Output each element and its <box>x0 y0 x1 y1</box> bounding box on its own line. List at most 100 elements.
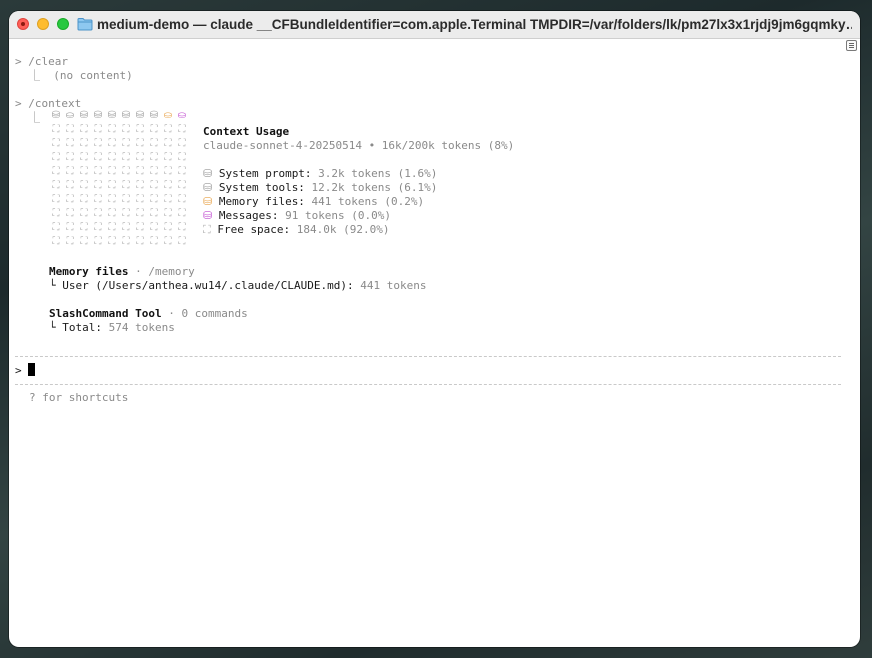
usage-item-icon: ⛁ <box>203 209 213 222</box>
usage-grid-cell: ⛶ <box>164 138 172 149</box>
memory-file-line: └ User (/Users/anthea.wu14/.claude/CLAUD… <box>49 279 427 293</box>
usage-grid-cell: ⛶ <box>80 180 88 191</box>
usage-grid-cell: ⛶ <box>150 124 158 135</box>
usage-grid-cell: ⛶ <box>66 138 74 149</box>
usage-grid-cell: ⛶ <box>164 124 172 135</box>
usage-item-icon: ⛶ <box>203 223 211 236</box>
usage-grid-cell: ⛶ <box>150 138 158 149</box>
context-usage-title: Context Usage <box>203 125 290 138</box>
usage-item-label: System prompt: <box>212 167 312 180</box>
terminal-content[interactable]: > /clear ⎿ (no content) > /context ⎿ ⛁ ⛀ ⛁… <box>15 53 845 643</box>
clear-command-line: > /clear <box>15 55 68 69</box>
memory-file-value: 441 tokens <box>353 279 427 292</box>
usage-item-value: 441 tokens (0.2%) <box>304 195 425 208</box>
usage-grid-cell: ⛶ <box>150 208 158 219</box>
usage-grid-cell: ⛶ <box>52 124 60 135</box>
usage-grid-cell: ⛶ <box>122 180 130 191</box>
slashcommand-total-value: 574 tokens <box>101 321 175 334</box>
usage-grid-cell: ⛶ <box>108 152 116 163</box>
usage-grid-cell: ⛶ <box>94 180 102 191</box>
usage-grid-cell: ⛶ <box>122 222 130 233</box>
usage-grid-cell: ⛶ <box>108 208 116 219</box>
zoom-button[interactable] <box>57 18 69 30</box>
usage-grid-cell: ⛶ <box>94 166 102 177</box>
input-bottom-divider <box>15 384 841 385</box>
usage-grid-cell: ⛶ <box>94 194 102 205</box>
memory-files-heading: Memory files · /memory <box>49 265 195 279</box>
usage-grid-cell: ⛁ <box>93 110 103 121</box>
context-branch: ⎿ <box>29 111 40 124</box>
usage-grid-cell: ⛶ <box>136 208 144 219</box>
usage-grid-cell: ⛶ <box>178 194 186 205</box>
usage-grid-cell: ⛶ <box>66 222 74 233</box>
slashcommand-heading: SlashCommand Tool · 0 commands <box>49 307 248 321</box>
input-line[interactable]: > <box>15 363 35 377</box>
usage-grid-cell: ⛶ <box>150 222 158 233</box>
usage-grid-cell: ⛶ <box>52 222 60 233</box>
usage-grid-cell: ⛶ <box>52 208 60 219</box>
usage-grid-cell: ⛶ <box>164 166 172 177</box>
slashcommand-title: SlashCommand Tool <box>49 307 162 320</box>
usage-grid-cell: ⛶ <box>136 180 144 191</box>
folder-icon <box>77 18 93 31</box>
usage-grid-cell: ⛁ <box>121 110 131 121</box>
usage-grid-cell: ⛶ <box>80 222 88 233</box>
usage-grid-cell: ⛶ <box>80 194 88 205</box>
usage-grid-cell: ⛶ <box>178 166 186 177</box>
minimize-button[interactable] <box>37 18 49 30</box>
usage-grid-cell: ⛶ <box>80 124 88 135</box>
window-title: medium-demo — claude __CFBundleIdentifie… <box>97 17 852 32</box>
usage-grid-cell: ⛶ <box>178 124 186 135</box>
usage-grid-cell: ⛶ <box>108 138 116 149</box>
usage-grid-cell: ⛶ <box>52 180 60 191</box>
shortcuts-hint: ? for shortcuts <box>29 391 129 404</box>
usage-grid-cell: ⛶ <box>178 152 186 163</box>
usage-grid-cell: ⛶ <box>150 236 158 247</box>
usage-grid-cell: ⛶ <box>94 222 102 233</box>
usage-grid-cell: ⛶ <box>122 194 130 205</box>
usage-grid-cell: ⛶ <box>178 138 186 149</box>
usage-item-icon: ⛁ <box>203 181 213 194</box>
usage-grid-cell: ⛶ <box>108 194 116 205</box>
usage-grid-cell: ⛶ <box>164 152 172 163</box>
usage-grid-cell: ⛀ <box>163 110 173 121</box>
usage-item-label: Free space: <box>210 223 291 236</box>
scroll-list-icon[interactable] <box>846 40 857 51</box>
usage-grid-cell: ⛶ <box>80 236 88 247</box>
clear-command: /clear <box>28 55 68 68</box>
usage-item-value: 91 tokens (0.0%) <box>278 209 392 222</box>
usage-grid-cell: ⛁ <box>51 110 61 121</box>
title-bar[interactable]: medium-demo — claude __CFBundleIdentifie… <box>9 11 860 39</box>
close-button[interactable] <box>17 18 29 30</box>
input-top-divider <box>15 356 841 357</box>
usage-grid-cell: ⛶ <box>108 124 116 135</box>
usage-item-label: Messages: <box>212 209 279 222</box>
usage-item: ⛁ System tools: 12.2k tokens (6.1%) <box>203 181 437 195</box>
usage-grid-cell: ⛶ <box>52 194 60 205</box>
usage-grid-cell: ⛶ <box>150 152 158 163</box>
usage-grid-cell: ⛶ <box>164 194 172 205</box>
text-cursor <box>27 363 35 376</box>
usage-grid-cell: ⛶ <box>150 194 158 205</box>
usage-grid-cell: ⛶ <box>80 208 88 219</box>
context-usage-list: ⛁ System prompt: 3.2k tokens (1.6%) ⛁ Sys… <box>203 167 603 247</box>
usage-grid-cell: ⛶ <box>164 222 172 233</box>
context-usage-grid: ⛁ ⛀ ⛁ ⛁ ⛁ ⛁ ⛁ ⛁ ⛀ ⛀ ⛶ ⛶ ⛶ ⛶ ⛶ ⛶ ⛶ ⛶ ⛶ ⛶ ⛶ ⛶ ⛶ ⛶ ⛶ ⛶ ⛶ ⛶ ⛶ ⛶ ⛶ ⛶ ⛶ ⛶ ⛶ ⛶ ⛶ ⛶ ⛶ ⛶… <box>49 109 189 249</box>
usage-grid-cell: ⛶ <box>136 236 144 247</box>
terminal-window: medium-demo — claude __CFBundleIdentifie… <box>9 11 860 647</box>
usage-item-label: Memory files: <box>212 195 305 208</box>
memory-files-sub: · /memory <box>128 265 195 278</box>
usage-grid-cell: ⛶ <box>108 222 116 233</box>
usage-grid-cell: ⛶ <box>66 152 74 163</box>
usage-grid-cell: ⛶ <box>94 124 102 135</box>
usage-grid-cell: ⛶ <box>136 166 144 177</box>
usage-grid-cell: ⛶ <box>136 152 144 163</box>
usage-item-value: 12.2k tokens (6.1%) <box>304 181 438 194</box>
usage-grid-cell: ⛶ <box>122 236 130 247</box>
memory-file-label: └ User (/Users/anthea.wu14/.claude/CLAUD… <box>49 279 354 292</box>
usage-grid-cell: ⛶ <box>164 236 172 247</box>
usage-grid-cell: ⛀ <box>177 110 187 121</box>
usage-grid-cell: ⛶ <box>108 236 116 247</box>
usage-grid-cell: ⛀ <box>65 110 75 121</box>
usage-grid-cell: ⛁ <box>135 110 145 121</box>
